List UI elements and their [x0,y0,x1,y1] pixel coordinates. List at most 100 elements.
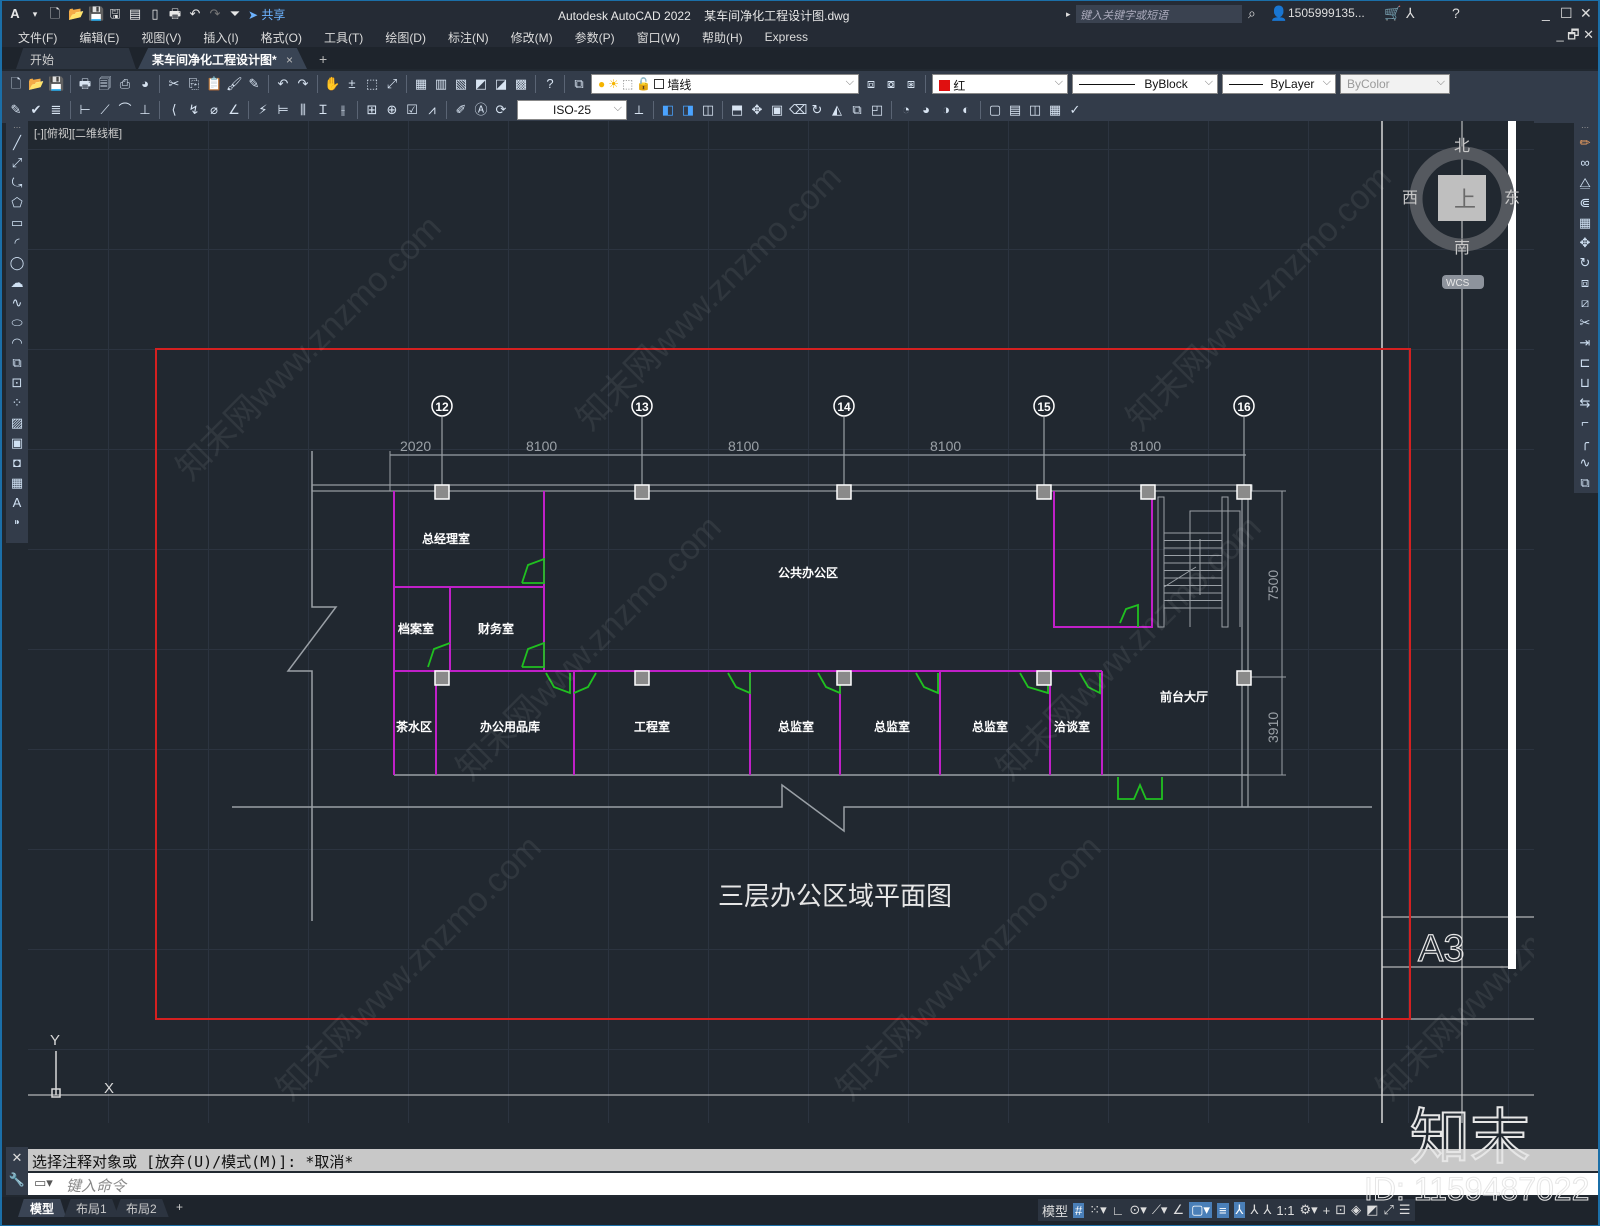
customize-command-icon[interactable]: 🔧 [6,1169,28,1191]
polyline-icon[interactable]: ⤿ [6,173,28,193]
array-icon[interactable]: ▦ [1574,213,1596,233]
new-tab-button[interactable]: + [307,49,339,69]
menu-format[interactable]: 格式(O) [250,29,313,46]
save-icon[interactable]: 💾 [48,76,64,92]
continue-icon[interactable]: ⫼ [295,102,311,118]
solid-subtract-icon[interactable]: ◨ [680,102,696,118]
extract-edges-icon[interactable]: ▤ [1007,102,1023,118]
rectangle-icon[interactable]: ▭ [6,213,28,233]
layer-properties-icon[interactable]: ⧉ [571,76,587,92]
search-input[interactable]: 键入关键字或短语 [1076,5,1242,23]
shell-icon[interactable]: ◐ [958,102,974,118]
layer-states-icon[interactable]: ⧆ [903,76,919,92]
polygon-icon[interactable]: ⬠ [6,193,28,213]
edit-icon[interactable]: ✎ [8,102,24,118]
table-icon[interactable]: ▦ [6,473,28,493]
grid-icon[interactable]: # [1073,1202,1085,1218]
center-mark-icon[interactable]: ⊕ [384,102,400,118]
undo-icon[interactable]: ↶ [188,7,202,21]
chamfer-icon[interactable]: ⌐ [1574,413,1596,433]
tab-start[interactable]: 开始 [16,48,136,69]
menu-dimension[interactable]: 标注(N) [437,29,500,46]
properties-icon[interactable]: ▦ [413,76,429,92]
zoom-realtime-icon[interactable]: ± [344,76,360,92]
units-icon[interactable]: ⊡ [1335,1202,1346,1218]
design-center-icon[interactable]: ▥ [433,76,449,92]
insert-block-icon[interactable]: ⧉ [6,353,28,373]
tab-drawing[interactable]: 某车间净化工程设计图* × [138,48,308,69]
pan-icon[interactable]: ✋ [324,76,340,92]
new-icon[interactable]: 🗋 [48,7,62,21]
angular-icon[interactable]: ∠ [226,102,242,118]
user-name[interactable]: 1505999135... [1288,6,1365,20]
extend-icon[interactable]: ⇥ [1574,333,1596,353]
layout-tab-model[interactable]: 模型 [18,1199,67,1217]
extrude-faces-icon[interactable]: ⬒ [729,102,745,118]
compass-south[interactable]: 南 [1454,239,1470,257]
menu-insert[interactable]: 插入(I) [192,29,249,46]
tool-palettes-icon[interactable]: ▧ [453,76,469,92]
diameter-icon[interactable]: ⌀ [206,102,222,118]
layer-dropdown[interactable]: ● ☀ ⬚ 🔓 墙线 [591,74,859,94]
lineweight-dropdown[interactable]: ByLayer [1222,74,1336,94]
jogged-linear-icon[interactable]: ⩘ [424,102,440,118]
quick-dimension-icon[interactable]: ⚡ [255,102,271,118]
ordinate-icon[interactable]: ⊥ [137,102,153,118]
undo-icon[interactable]: ↶ [275,76,291,92]
drawing-canvas[interactable]: [-][俯视][二维线框] A3 7500 3910 2020 8100 810… [28,121,1534,1123]
save-icon[interactable]: 💾 [88,7,104,21]
drag-handle[interactable]: ⋯ [6,123,28,133]
customize-icon[interactable]: ⏷ [228,7,242,21]
slice-icon[interactable]: ◫ [1027,102,1043,118]
move-icon[interactable]: ✥ [1574,233,1596,253]
color-dropdown[interactable]: 红 [932,74,1068,94]
clean-icon[interactable]: ◕ [918,102,934,118]
taper-faces-icon[interactable]: ◭ [829,102,845,118]
compass-east[interactable]: 东 [1504,189,1520,207]
open-icon[interactable]: 📂 [28,76,44,92]
quick-properties-icon[interactable]: ◈ [1351,1202,1361,1218]
spline-icon[interactable]: ∿ [6,293,28,313]
close-command-line-icon[interactable]: ✕ [6,1147,28,1169]
add-layout-button[interactable]: + [164,1199,195,1217]
annotation-scale-value[interactable]: 1:1 [1276,1203,1294,1218]
share-button[interactable]: ➤ 共享 [248,6,285,23]
trim-icon[interactable]: ✂ [1574,313,1596,333]
construction-line-icon[interactable]: ⤢ [6,153,28,173]
gradient-icon[interactable]: ▣ [6,433,28,453]
explode-icon[interactable]: ⧉ [1574,473,1596,493]
save-as-icon[interactable]: 🖫 [108,7,122,21]
menu-edit[interactable]: 编辑(E) [68,29,130,46]
copy-icon[interactable]: ⎘ [186,76,202,92]
erase-icon[interactable]: ✏ [1574,133,1596,153]
zoom-previous-icon[interactable]: ⤢ [384,76,400,92]
rotate-icon[interactable]: ↻ [1574,253,1596,273]
open-icon[interactable]: 📂 [68,7,84,21]
drag-handle[interactable]: ⋯ [1574,123,1596,133]
color-faces-icon[interactable]: ◰ [869,102,885,118]
dimension-edit-icon[interactable]: ✐ [453,102,469,118]
ellipse-arc-icon[interactable]: ◠ [6,333,28,353]
expand-search-icon[interactable]: ▸ [1066,9,1071,20]
compass-west[interactable]: 西 [1402,190,1418,207]
polar-icon[interactable]: ⊙▾ [1129,1202,1146,1218]
osnap-tracking-icon[interactable]: ∠ [1172,1202,1184,1218]
menu-view[interactable]: 视图(V) [130,29,192,46]
offset-icon[interactable]: ⋐ [1574,193,1596,213]
linetype-dropdown[interactable]: ByBlock [1072,74,1218,94]
check-solid-icon[interactable]: ▢ [987,102,1003,118]
solid-intersect-icon[interactable]: ◫ [700,102,716,118]
recent-commands-icon[interactable]: ▭▾ [34,1175,53,1191]
check-icon[interactable]: ✔ [28,102,44,118]
publish-icon[interactable]: ⎙ [117,76,133,92]
break-icon[interactable]: ⊔ [1574,373,1596,393]
make-current-layer-icon[interactable]: ⧈ [863,76,879,92]
menu-draw[interactable]: 绘图(D) [374,29,437,46]
dimension-style-icon[interactable]: ⟂ [631,102,647,118]
dimension-update-icon[interactable]: ⟳ [493,102,509,118]
rotate-faces-icon[interactable]: ↻ [809,102,825,118]
print-icon[interactable]: 🖶 [77,76,93,92]
doc-window-controls[interactable]: _ 🗗 ✕ [1556,26,1594,48]
dimension-space-icon[interactable]: Ɪ [315,102,331,118]
dimstyle-dropdown[interactable]: ISO-25 [517,100,627,120]
